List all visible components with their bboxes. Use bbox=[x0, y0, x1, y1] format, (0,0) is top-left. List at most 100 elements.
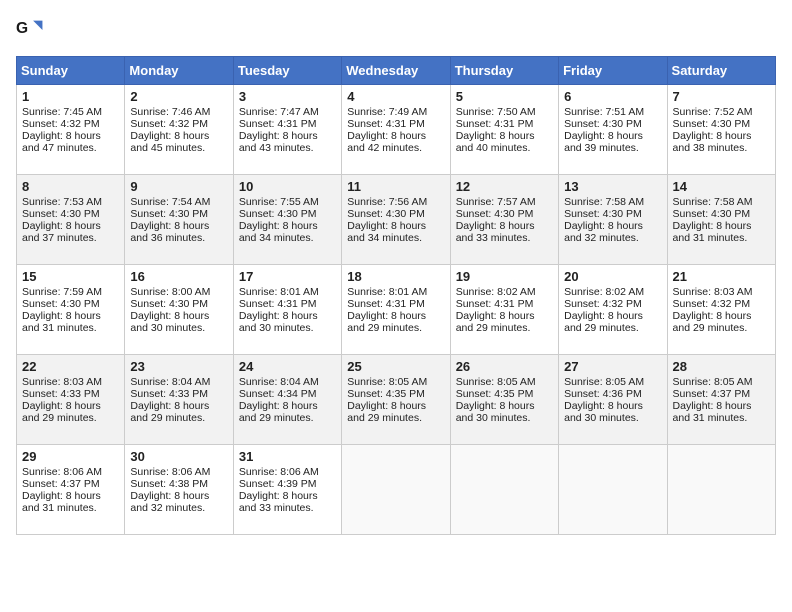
sunset-label: Sunset: 4:34 PM bbox=[239, 388, 317, 400]
day-number: 21 bbox=[673, 269, 770, 284]
header-cell-tuesday: Tuesday bbox=[233, 57, 341, 85]
sunrise-label: Sunrise: 8:00 AM bbox=[130, 286, 210, 298]
sunrise-label: Sunrise: 7:59 AM bbox=[22, 286, 102, 298]
daylight-label: Daylight: 8 hours and 47 minutes. bbox=[22, 130, 101, 154]
daylight-label: Daylight: 8 hours and 40 minutes. bbox=[456, 130, 535, 154]
calendar-week-row: 29 Sunrise: 8:06 AM Sunset: 4:37 PM Dayl… bbox=[17, 445, 776, 535]
calendar-day-cell: 15 Sunrise: 7:59 AM Sunset: 4:30 PM Dayl… bbox=[17, 265, 125, 355]
calendar-day-cell: 10 Sunrise: 7:55 AM Sunset: 4:30 PM Dayl… bbox=[233, 175, 341, 265]
calendar-week-row: 8 Sunrise: 7:53 AM Sunset: 4:30 PM Dayli… bbox=[17, 175, 776, 265]
sunrise-label: Sunrise: 7:58 AM bbox=[673, 196, 753, 208]
sunset-label: Sunset: 4:30 PM bbox=[456, 208, 534, 220]
sunrise-label: Sunrise: 8:06 AM bbox=[130, 466, 210, 478]
day-number: 23 bbox=[130, 359, 227, 374]
day-number: 9 bbox=[130, 179, 227, 194]
sunrise-label: Sunrise: 8:06 AM bbox=[22, 466, 102, 478]
calendar-day-cell: 7 Sunrise: 7:52 AM Sunset: 4:30 PM Dayli… bbox=[667, 85, 775, 175]
calendar-day-cell: 8 Sunrise: 7:53 AM Sunset: 4:30 PM Dayli… bbox=[17, 175, 125, 265]
daylight-label: Daylight: 8 hours and 34 minutes. bbox=[347, 220, 426, 244]
daylight-label: Daylight: 8 hours and 29 minutes. bbox=[673, 310, 752, 334]
sunset-label: Sunset: 4:32 PM bbox=[22, 118, 100, 130]
day-number: 31 bbox=[239, 449, 336, 464]
sunrise-label: Sunrise: 8:01 AM bbox=[239, 286, 319, 298]
sunrise-label: Sunrise: 7:57 AM bbox=[456, 196, 536, 208]
calendar-day-cell bbox=[450, 445, 558, 535]
calendar-day-cell: 24 Sunrise: 8:04 AM Sunset: 4:34 PM Dayl… bbox=[233, 355, 341, 445]
daylight-label: Daylight: 8 hours and 33 minutes. bbox=[239, 490, 318, 514]
sunrise-label: Sunrise: 7:46 AM bbox=[130, 106, 210, 118]
day-number: 8 bbox=[22, 179, 119, 194]
sunrise-label: Sunrise: 7:56 AM bbox=[347, 196, 427, 208]
header-cell-monday: Monday bbox=[125, 57, 233, 85]
calendar-header-row: SundayMondayTuesdayWednesdayThursdayFrid… bbox=[17, 57, 776, 85]
sunset-label: Sunset: 4:30 PM bbox=[564, 118, 642, 130]
sunrise-label: Sunrise: 7:49 AM bbox=[347, 106, 427, 118]
header-cell-thursday: Thursday bbox=[450, 57, 558, 85]
calendar-day-cell: 2 Sunrise: 7:46 AM Sunset: 4:32 PM Dayli… bbox=[125, 85, 233, 175]
daylight-label: Daylight: 8 hours and 29 minutes. bbox=[347, 310, 426, 334]
day-number: 30 bbox=[130, 449, 227, 464]
logo-icon: G bbox=[16, 16, 44, 44]
sunrise-label: Sunrise: 8:03 AM bbox=[22, 376, 102, 388]
calendar-week-row: 22 Sunrise: 8:03 AM Sunset: 4:33 PM Dayl… bbox=[17, 355, 776, 445]
header-cell-friday: Friday bbox=[559, 57, 667, 85]
calendar-table: SundayMondayTuesdayWednesdayThursdayFrid… bbox=[16, 56, 776, 535]
calendar-day-cell: 27 Sunrise: 8:05 AM Sunset: 4:36 PM Dayl… bbox=[559, 355, 667, 445]
daylight-label: Daylight: 8 hours and 32 minutes. bbox=[130, 490, 209, 514]
daylight-label: Daylight: 8 hours and 30 minutes. bbox=[239, 310, 318, 334]
daylight-label: Daylight: 8 hours and 29 minutes. bbox=[239, 400, 318, 424]
daylight-label: Daylight: 8 hours and 31 minutes. bbox=[673, 220, 752, 244]
sunset-label: Sunset: 4:31 PM bbox=[456, 298, 534, 310]
day-number: 18 bbox=[347, 269, 444, 284]
day-number: 28 bbox=[673, 359, 770, 374]
daylight-label: Daylight: 8 hours and 29 minutes. bbox=[22, 400, 101, 424]
sunset-label: Sunset: 4:36 PM bbox=[564, 388, 642, 400]
sunrise-label: Sunrise: 8:05 AM bbox=[564, 376, 644, 388]
daylight-label: Daylight: 8 hours and 32 minutes. bbox=[564, 220, 643, 244]
calendar-week-row: 15 Sunrise: 7:59 AM Sunset: 4:30 PM Dayl… bbox=[17, 265, 776, 355]
calendar-day-cell: 13 Sunrise: 7:58 AM Sunset: 4:30 PM Dayl… bbox=[559, 175, 667, 265]
header-cell-sunday: Sunday bbox=[17, 57, 125, 85]
sunrise-label: Sunrise: 8:06 AM bbox=[239, 466, 319, 478]
daylight-label: Daylight: 8 hours and 30 minutes. bbox=[564, 400, 643, 424]
daylight-label: Daylight: 8 hours and 30 minutes. bbox=[130, 310, 209, 334]
sunrise-label: Sunrise: 8:04 AM bbox=[130, 376, 210, 388]
sunrise-label: Sunrise: 8:03 AM bbox=[673, 286, 753, 298]
calendar-day-cell: 16 Sunrise: 8:00 AM Sunset: 4:30 PM Dayl… bbox=[125, 265, 233, 355]
sunset-label: Sunset: 4:31 PM bbox=[239, 298, 317, 310]
day-number: 3 bbox=[239, 89, 336, 104]
sunset-label: Sunset: 4:30 PM bbox=[22, 208, 100, 220]
sunset-label: Sunset: 4:39 PM bbox=[239, 478, 317, 490]
sunrise-label: Sunrise: 7:52 AM bbox=[673, 106, 753, 118]
calendar-day-cell: 14 Sunrise: 7:58 AM Sunset: 4:30 PM Dayl… bbox=[667, 175, 775, 265]
daylight-label: Daylight: 8 hours and 45 minutes. bbox=[130, 130, 209, 154]
daylight-label: Daylight: 8 hours and 31 minutes. bbox=[22, 490, 101, 514]
daylight-label: Daylight: 8 hours and 42 minutes. bbox=[347, 130, 426, 154]
calendar-day-cell: 19 Sunrise: 8:02 AM Sunset: 4:31 PM Dayl… bbox=[450, 265, 558, 355]
sunset-label: Sunset: 4:37 PM bbox=[673, 388, 751, 400]
sunrise-label: Sunrise: 7:50 AM bbox=[456, 106, 536, 118]
calendar-day-cell bbox=[342, 445, 450, 535]
daylight-label: Daylight: 8 hours and 37 minutes. bbox=[22, 220, 101, 244]
sunset-label: Sunset: 4:30 PM bbox=[673, 208, 751, 220]
day-number: 17 bbox=[239, 269, 336, 284]
sunset-label: Sunset: 4:30 PM bbox=[347, 208, 425, 220]
day-number: 7 bbox=[673, 89, 770, 104]
sunrise-label: Sunrise: 7:45 AM bbox=[22, 106, 102, 118]
calendar-day-cell: 3 Sunrise: 7:47 AM Sunset: 4:31 PM Dayli… bbox=[233, 85, 341, 175]
sunset-label: Sunset: 4:30 PM bbox=[130, 208, 208, 220]
day-number: 22 bbox=[22, 359, 119, 374]
sunrise-label: Sunrise: 8:05 AM bbox=[673, 376, 753, 388]
calendar-week-row: 1 Sunrise: 7:45 AM Sunset: 4:32 PM Dayli… bbox=[17, 85, 776, 175]
day-number: 6 bbox=[564, 89, 661, 104]
calendar-day-cell: 18 Sunrise: 8:01 AM Sunset: 4:31 PM Dayl… bbox=[342, 265, 450, 355]
calendar-day-cell: 25 Sunrise: 8:05 AM Sunset: 4:35 PM Dayl… bbox=[342, 355, 450, 445]
day-number: 2 bbox=[130, 89, 227, 104]
sunset-label: Sunset: 4:30 PM bbox=[239, 208, 317, 220]
daylight-label: Daylight: 8 hours and 29 minutes. bbox=[130, 400, 209, 424]
sunrise-label: Sunrise: 7:51 AM bbox=[564, 106, 644, 118]
sunrise-label: Sunrise: 7:53 AM bbox=[22, 196, 102, 208]
sunset-label: Sunset: 4:30 PM bbox=[673, 118, 751, 130]
sunset-label: Sunset: 4:32 PM bbox=[564, 298, 642, 310]
sunset-label: Sunset: 4:32 PM bbox=[673, 298, 751, 310]
